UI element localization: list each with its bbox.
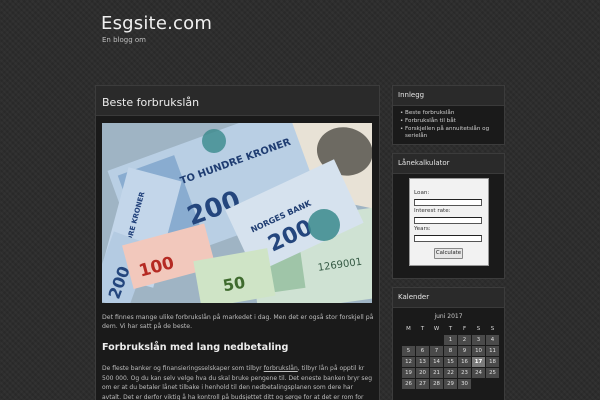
years-label: Years:	[414, 226, 431, 232]
note-value-50: 50	[221, 273, 246, 296]
weekday-header: F	[462, 326, 467, 332]
loan-input[interactable]	[414, 199, 482, 206]
calendar-week: 1234	[402, 335, 499, 345]
calendar-empty-cell	[486, 379, 499, 389]
calendar-day[interactable]: 30	[458, 379, 471, 389]
calendar-widget: Kalender juni 2017 M T W T F S S 1234567…	[392, 287, 505, 400]
calendar-month: juni 2017	[434, 313, 463, 320]
interest-rate-input[interactable]	[414, 217, 482, 224]
weekday-header: S	[476, 326, 481, 332]
calendar-day[interactable]: 6	[416, 346, 429, 356]
loan-calculator-widget: Lånekalkulator Loan: Interest rate: Year…	[392, 153, 505, 279]
calendar-day[interactable]: 7	[430, 346, 443, 356]
calendar-empty-cell	[402, 335, 415, 345]
site-description: En blogg om	[102, 36, 146, 44]
recent-posts-list: Beste forbrukslån Forbrukslån til båt Fo…	[393, 106, 504, 141]
interest-rate-label: Interest rate:	[414, 208, 451, 214]
recent-post-link[interactable]: Forbrukslån til båt	[400, 118, 498, 126]
weekday-header: T	[420, 326, 425, 332]
calendar-title: Kalender	[393, 288, 504, 308]
calendar-days: 1 2 3 4 5 6 7 8 9 10 11 12 13 14 15 16 17 18 19 20 21 22 23 24 2…	[402, 335, 499, 389]
calendar-day[interactable]: 25	[486, 368, 499, 378]
calendar-day[interactable]: 12	[402, 357, 415, 367]
calendar-day[interactable]: 23	[458, 368, 471, 378]
calendar-week: 19 20 21 22 23 24 25	[402, 368, 499, 378]
calendar-day[interactable]: 14	[430, 357, 443, 367]
post-intro: Det finnes mange ulike forbrukslån på ma…	[102, 314, 374, 330]
site-title[interactable]: Esgsite.com	[101, 13, 212, 34]
calendar-week: 5 6 7 8 9 10 11	[402, 346, 499, 356]
banknotes-illustration: 1269001 TO HUNDRE KRONER 200 TO HUNDRE K…	[102, 123, 372, 303]
calendar-day[interactable]: 19	[402, 368, 415, 378]
recent-posts-widget: Innlegg Beste forbrukslån Forbrukslån ti…	[392, 85, 505, 145]
weekday-header: T	[448, 326, 453, 332]
calendar-day[interactable]: 24	[472, 368, 485, 378]
calendar-day[interactable]: 4	[486, 335, 499, 345]
calendar-day[interactable]: 9	[458, 346, 471, 356]
years-input[interactable]	[414, 235, 482, 242]
forbrukslan-link[interactable]: forbrukslån	[264, 365, 298, 372]
calendar-day[interactable]: 28	[430, 379, 443, 389]
calendar-day[interactable]: 13	[416, 357, 429, 367]
recent-post-link[interactable]: Forskjellen på annuitetslån og serielån	[400, 126, 498, 142]
calendar-day[interactable]: 29	[444, 379, 457, 389]
weekday-header: S	[490, 326, 495, 332]
calendar-day[interactable]: 2	[458, 335, 471, 345]
calendar-week: 26 27 28 29 30	[402, 379, 499, 389]
calendar-empty-cell	[430, 335, 443, 345]
calendar-day[interactable]: 8	[444, 346, 457, 356]
calculate-button[interactable]: Calculate	[434, 248, 463, 259]
post-header: Beste forbrukslån	[96, 86, 379, 116]
calendar-day[interactable]: 20	[416, 368, 429, 378]
calendar-day[interactable]: 22	[444, 368, 457, 378]
calendar-empty-cell	[416, 335, 429, 345]
post-title[interactable]: Beste forbrukslån	[102, 96, 379, 109]
calendar-day[interactable]: 21	[430, 368, 443, 378]
calendar-grid: M T W T F S S 1 2 3 4 5 6 7 8 9 10 11 12 13 14 15 16 17 1…	[401, 323, 500, 390]
calendar-day[interactable]: 16	[458, 357, 471, 367]
paragraph-text-start: De fleste banker og finansieringsselskap…	[102, 365, 264, 372]
calendar-day[interactable]: 10	[472, 346, 485, 356]
loan-label: Loan:	[414, 190, 430, 196]
post-image: 1269001 TO HUNDRE KRONER 200 TO HUNDRE K…	[102, 123, 372, 303]
calendar-day[interactable]: 1	[444, 335, 457, 345]
post-article: Beste forbrukslån 1269001 TO HUNDRE KRON…	[95, 85, 380, 400]
calendar-day-today[interactable]: 17	[472, 357, 485, 367]
weekday-header: W	[433, 326, 440, 332]
calendar-empty-cell	[472, 379, 485, 389]
calendar-day[interactable]: 3	[472, 335, 485, 345]
calendar-day[interactable]: 5	[402, 346, 415, 356]
post-subheading: Forbrukslån med lang nedbetaling	[102, 342, 289, 353]
calendar-day[interactable]: 26	[402, 379, 415, 389]
post-paragraph: De fleste banker og finansieringsselskap…	[102, 364, 374, 400]
recent-posts-title: Innlegg	[393, 86, 504, 106]
calendar-week: 12 13 14 15 16 17 18	[402, 357, 499, 367]
calendar-day[interactable]: 11	[486, 346, 499, 356]
weekday-header: M	[406, 326, 411, 332]
loan-calculator-form: Loan: Interest rate: Years: Calculate	[409, 178, 489, 266]
calendar-day[interactable]: 18	[486, 357, 499, 367]
calendar-day[interactable]: 15	[444, 357, 457, 367]
calendar-day[interactable]: 27	[416, 379, 429, 389]
recent-post-link[interactable]: Beste forbrukslån	[400, 110, 498, 118]
loan-calculator-title: Lånekalkulator	[393, 154, 504, 174]
